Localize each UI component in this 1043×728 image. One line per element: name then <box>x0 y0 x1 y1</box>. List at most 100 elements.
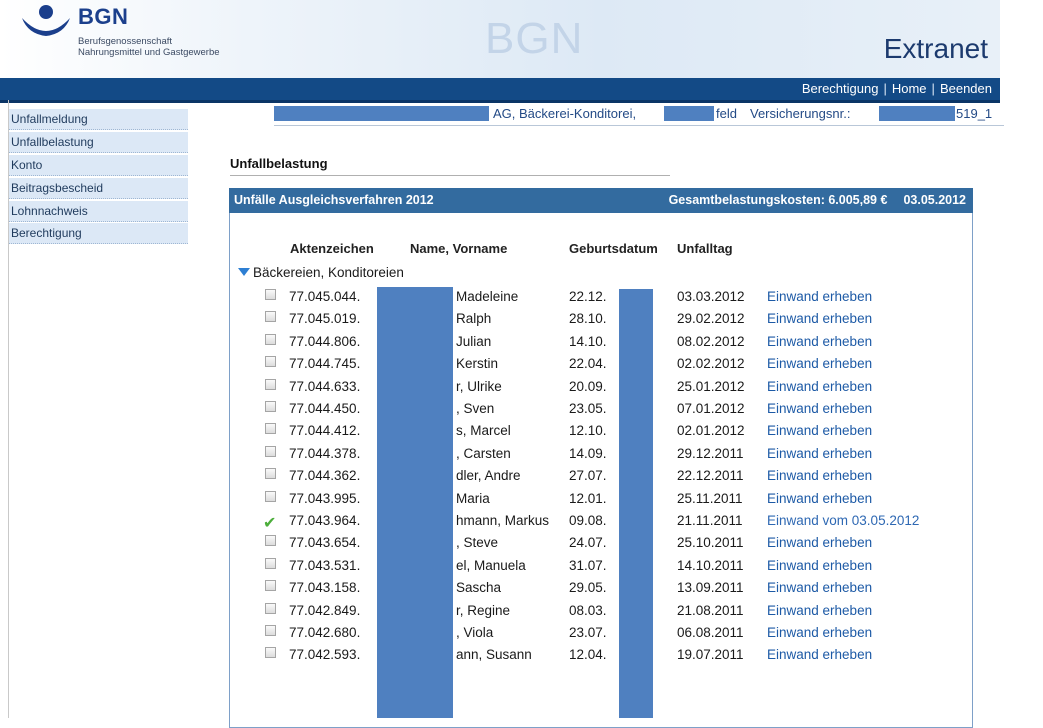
cell-geburtsdatum: 29.05. <box>569 580 607 596</box>
expand-triangle-icon[interactable] <box>238 268 250 276</box>
sidebar-item-konto[interactable]: Konto <box>9 154 188 176</box>
cell-name: Madeleine <box>456 289 519 304</box>
cell-geburtsdatum: 27.07. <box>569 468 607 484</box>
einwand-link[interactable]: Einwand erheben <box>767 334 872 349</box>
cell-unfalltag: 02.01.2012 <box>677 423 745 439</box>
table-row: 77.045.044. Madeleine 22.12. 03.03.2012 Einw… <box>0 289 1000 311</box>
einwand-link[interactable]: Einwand erheben <box>767 580 872 595</box>
company-text: AG, Bäckerei-Konditorei, <box>493 106 637 121</box>
sidebar-item-unfallbelastung[interactable]: Unfallbelastung <box>9 131 188 153</box>
cell-aktenzeichen: 77.043.995. <box>289 490 361 506</box>
cell-unfalltag: 25.10.2011 <box>677 535 744 551</box>
einwand-link[interactable]: Einwand erheben <box>767 401 872 416</box>
table-row: 77.044.362. dler, Andre 27.07. 22.12.2011 Ei… <box>0 468 1000 490</box>
top-nav: Berechtigung | Home | Beenden <box>802 81 992 96</box>
einwand-link[interactable]: Einwand erheben <box>767 625 872 640</box>
nav-home[interactable]: Home <box>892 81 927 96</box>
group-label: Bäckereien, Konditoreien <box>253 265 404 280</box>
row-checkbox[interactable] <box>265 333 276 345</box>
cell-unfalltag: 21.11.2011 <box>677 513 743 528</box>
cell-aktenzeichen: 77.043.964. <box>289 513 361 528</box>
table-row: 77.044.806. Julian 14.10. 08.02.2012 Einwand… <box>0 333 1000 356</box>
cell-geburtsdatum: 12.04. <box>569 647 607 663</box>
table-row: 77.043.654. , Steve 24.07. 25.10.2011 Einwan… <box>0 535 1000 557</box>
cell-unfalltag: 22.12.2011 <box>677 468 744 484</box>
cell-unfalltag: 02.02.2012 <box>677 356 745 372</box>
redacted-block <box>274 106 489 121</box>
cell-name: , Carsten <box>456 445 511 461</box>
row-checkbox[interactable] <box>265 647 276 659</box>
cell-aktenzeichen: 77.042.680. <box>289 625 361 640</box>
row-checkbox[interactable] <box>265 625 276 636</box>
row-checkbox[interactable] <box>265 490 276 502</box>
einwand-link[interactable]: Einwand erheben <box>767 468 872 483</box>
table-row: 77.043.995. Maria 12.01. 25.11.2011 Einwand … <box>0 490 1000 513</box>
einwand-link[interactable]: Einwand erheben <box>767 535 872 550</box>
einwand-link[interactable]: Einwand erheben <box>767 356 872 371</box>
table-row: 77.042.849. r, Regine 08.03. 21.08.2011 Einw… <box>0 602 1000 625</box>
cell-geburtsdatum: 23.07. <box>569 625 607 640</box>
cell-name: ann, Susann <box>456 647 532 663</box>
cell-aktenzeichen: 77.044.745. <box>289 356 361 372</box>
cell-name: Sascha <box>456 580 502 596</box>
row-checkbox[interactable] <box>265 401 276 412</box>
einwand-link[interactable]: Einwand erheben <box>767 423 872 438</box>
cell-geburtsdatum: 12.01. <box>569 490 607 506</box>
table-row: 77.044.633. r, Ulrike 20.09. 25.01.2012 Einw… <box>0 378 1000 401</box>
insurance-label: Versicherungsnr.: <box>750 106 851 121</box>
einwand-link[interactable]: Einwand erheben <box>767 491 872 506</box>
row-checkbox[interactable] <box>265 311 276 323</box>
table-row: 77.043.531. el, Manuela 31.07. 14.10.2011 Ei… <box>0 557 1000 580</box>
logo-subtitle-line1: Berufsgenossenschaft <box>78 36 173 47</box>
col-geburtsdatum: Geburtsdatum <box>569 241 658 256</box>
table-row: 77.044.412. s, Marcel 12.10. 02.01.2012 Einw… <box>0 423 1000 445</box>
cell-name: dler, Andre <box>456 468 521 484</box>
row-checkbox[interactable] <box>265 445 276 457</box>
redacted-block <box>879 106 955 121</box>
table-row: 77.043.158. Sascha 29.05. 13.09.2011 Einwand… <box>0 580 1000 602</box>
einwand-link[interactable]: Einwand erheben <box>767 289 872 304</box>
nav-berechtigung[interactable]: Berechtigung <box>802 81 879 96</box>
row-checkbox[interactable] <box>265 289 276 300</box>
cell-aktenzeichen: 77.044.412. <box>289 423 361 439</box>
info-divider <box>274 125 1004 126</box>
cell-geburtsdatum: 12.10. <box>569 423 607 439</box>
cell-geburtsdatum: 31.07. <box>569 557 607 573</box>
row-checkbox[interactable] <box>265 468 276 480</box>
einwand-link[interactable]: Einwand erheben <box>767 446 872 461</box>
cell-name: Kerstin <box>456 356 499 372</box>
row-checkbox[interactable] <box>265 602 276 614</box>
cell-aktenzeichen: 77.044.378. <box>289 445 361 461</box>
einwand-link[interactable]: Einwand erheben <box>767 558 872 573</box>
sidebar-item-lohnnachweis[interactable]: Lohnnachweis <box>9 200 188 222</box>
checkmark-icon: ✔ <box>263 515 277 532</box>
cell-geburtsdatum: 09.08. <box>569 513 607 528</box>
redacted-block <box>664 106 714 121</box>
group-row[interactable]: Bäckereien, Konditoreien <box>238 265 404 280</box>
row-checkbox[interactable] <box>265 423 276 435</box>
cell-geburtsdatum: 14.09. <box>569 445 607 461</box>
sidebar-item-berechtigung[interactable]: Berechtigung <box>9 223 188 245</box>
page-title: Unfallbelastung <box>230 156 328 171</box>
sidebar-item-beitragsbescheid[interactable]: Beitragsbescheid <box>9 177 188 199</box>
bgn-logo-icon <box>22 5 70 36</box>
table-row: 77.042.593. ann, Susann 12.04. 19.07.2011 Ei… <box>0 647 1000 669</box>
nav-beenden[interactable]: Beenden <box>940 81 992 96</box>
cell-geburtsdatum: 20.09. <box>569 378 607 394</box>
row-checkbox[interactable] <box>265 378 276 390</box>
row-checkbox[interactable] <box>265 356 276 368</box>
col-name: Name, Vorname <box>410 241 508 256</box>
row-checkbox[interactable] <box>265 535 276 547</box>
panel-date: 03.05.2012 <box>903 193 966 207</box>
einwand-link[interactable]: Einwand erheben <box>767 603 872 618</box>
panel-summary: Gesamtbelastungskosten: 6.005,89 € 03.05.… <box>669 193 966 207</box>
row-checkbox[interactable] <box>265 580 276 592</box>
einwand-link[interactable]: Einwand erheben <box>767 379 872 394</box>
col-aktenzeichen: Aktenzeichen <box>290 241 374 256</box>
row-checkbox[interactable] <box>265 557 276 569</box>
einwand-link[interactable]: Einwand erheben <box>767 311 872 326</box>
table-row: 77.044.378. , Carsten 14.09. 29.12.2011 Einw… <box>0 445 1000 468</box>
einwand-link[interactable]: Einwand erheben <box>767 647 872 662</box>
sidebar-item-unfallmeldung[interactable]: Unfallmeldung <box>9 109 188 130</box>
cell-geburtsdatum: 22.04. <box>569 356 607 372</box>
